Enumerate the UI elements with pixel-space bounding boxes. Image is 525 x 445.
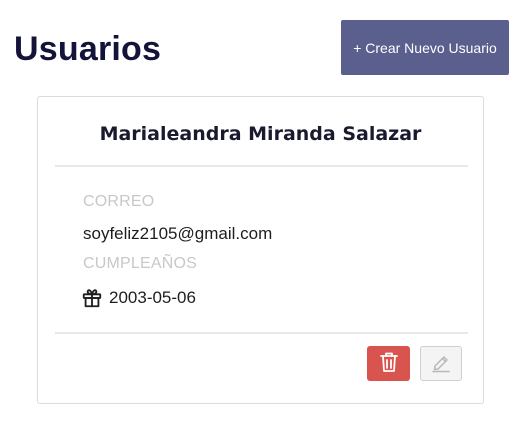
card-divider-bottom — [55, 332, 468, 334]
birthday-row: 2003-05-06 — [81, 287, 196, 309]
email-value: soyfeliz2105@gmail.com — [83, 224, 273, 243]
email-label: CORREO — [83, 193, 155, 210]
pencil-icon — [430, 351, 452, 376]
card-divider-top — [55, 165, 468, 167]
user-card: Marialeandra Miranda Salazar CORREO soyf… — [37, 96, 484, 404]
trash-icon — [379, 351, 399, 376]
user-name: Marialeandra Miranda Salazar — [99, 123, 422, 145]
delete-user-button[interactable] — [367, 346, 410, 381]
create-user-button[interactable]: + Crear Nuevo Usuario — [341, 20, 509, 75]
users-page: Usuarios + Crear Nuevo Usuario Marialean… — [0, 0, 525, 445]
page-title: Usuarios — [14, 30, 162, 68]
birthday-value: 2003-05-06 — [109, 288, 196, 307]
edit-user-button[interactable] — [420, 346, 462, 381]
birthday-label: CUMPLEAÑOS — [83, 255, 198, 272]
gift-icon — [81, 287, 103, 309]
